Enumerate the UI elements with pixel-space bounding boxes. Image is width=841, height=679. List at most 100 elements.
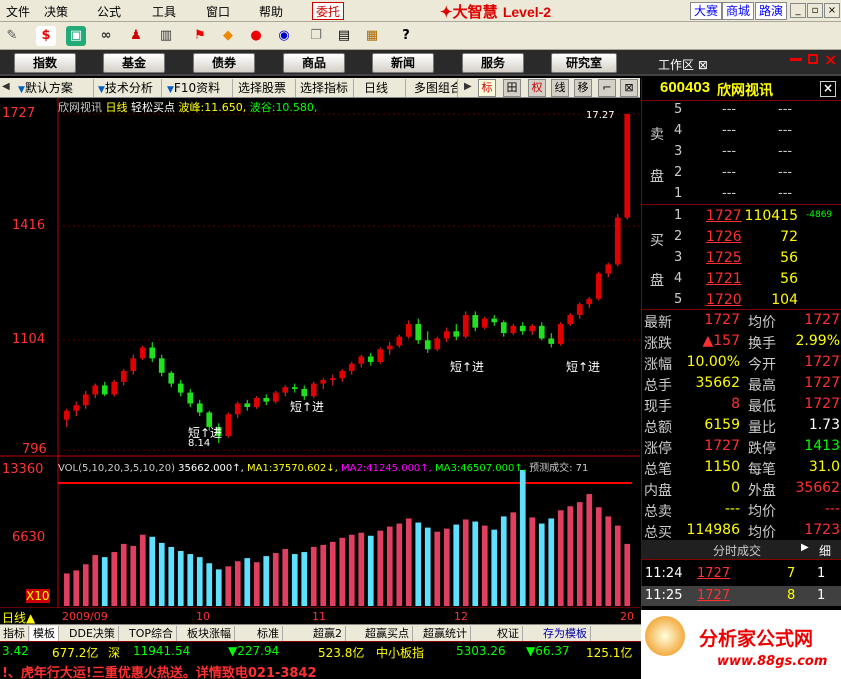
tab-right-arrow-icon[interactable]: ▶ [464,81,472,92]
tool-corner-icon[interactable]: ⌐ [598,79,616,97]
diamond-icon[interactable]: ◆ [218,26,238,46]
buy-price[interactable]: 1725 [706,250,742,266]
binoculars-icon[interactable]: ∞ [96,26,116,46]
buy-price[interactable]: 1720 [706,292,742,308]
menu-decision[interactable]: 决策 [44,3,68,19]
tool-close-icon[interactable]: ⊠ [620,79,638,97]
bottom-tab[interactable]: 标准 [254,626,283,641]
candle-body [614,217,621,265]
person-icon[interactable]: ♟ [126,26,146,46]
volume-bar [519,470,526,606]
nav-bond-button[interactable]: 债券 [193,53,255,73]
nav-service-button[interactable]: 服务 [462,53,524,73]
workarea-close-icon[interactable]: ⊠ [698,58,708,72]
date-tick: 10 [196,610,210,623]
tab-technical-analysis[interactable]: ▼技术分析 [94,79,162,97]
buy-price[interactable]: 1726 [706,229,742,245]
bottom-tab[interactable]: 超赢买点 [362,626,413,641]
workarea-button[interactable]: 工作区 ⊠ [658,56,708,73]
candle-body [253,398,260,408]
stat-label: 最高 [748,378,776,394]
tool-mark-icon[interactable]: 标 [478,79,496,97]
bottom-tab[interactable]: 超赢2 [310,626,346,641]
weituo-button[interactable]: 委托 [312,2,345,20]
roadshow-button[interactable]: 路演 [755,2,788,20]
stat-value: 0 [731,480,740,496]
tool-grid-icon[interactable]: 田 [503,79,521,97]
kline-chart[interactable]: 欣网视讯 日线 轻松买点 波峰:11.650, 波谷:10.580, 1727 … [0,98,640,610]
restore-icon[interactable]: ▫ [807,3,823,18]
minimize-icon[interactable]: _ [790,3,806,18]
menu-help[interactable]: 帮助 [259,3,283,19]
nav-minimize-icon[interactable] [790,58,802,61]
tool-move-icon[interactable]: 移 [574,79,592,97]
tab-left-arrow-icon[interactable]: ◀ [2,81,10,92]
stat-label: 总笔 [644,462,672,478]
bottom-tab[interactable]: 模板 [30,626,59,641]
tool-rights-icon[interactable]: 权 [528,79,546,97]
buy-price[interactable]: 1721 [706,271,742,287]
window-icon[interactable]: ▤ [334,26,354,46]
bottom-tab[interactable]: 板块涨幅 [184,626,235,641]
bottom-tab[interactable]: DDE决策 [66,626,119,641]
trade-row[interactable]: 11:25 1727 8 1 [641,586,841,606]
contest-button[interactable]: 大赛 [690,2,723,20]
tab-f10[interactable]: ▼F10资料 [163,79,233,97]
nav-restore-icon[interactable] [808,54,818,64]
candle-body [443,331,450,339]
nav-close-icon[interactable]: × [824,50,837,69]
nav-news-button[interactable]: 新闻 [372,53,434,73]
quote-close-icon[interactable]: × [820,81,836,97]
stat-value: 1723 [804,522,840,538]
menu-formula[interactable]: 公式 [97,3,121,19]
tab-select-indicator[interactable]: 选择指标 [296,79,354,97]
tab-daily-line[interactable]: 日线 [360,79,406,97]
globe-icon[interactable]: ◉ [274,26,294,46]
nav-research-button[interactable]: 研究室 [551,53,617,73]
close-icon[interactable]: × [824,3,840,18]
nav-commodity-button[interactable]: 商品 [283,53,345,73]
stat-label: 涨幅 [644,357,672,373]
volume-bar [377,530,384,606]
menu-tools[interactable]: 工具 [152,3,176,19]
play-icon[interactable]: ▶ [801,542,809,553]
mall-button[interactable]: 商城 [722,2,755,20]
nav-fund-button[interactable]: 基金 [103,53,165,73]
menu-window[interactable]: 窗口 [206,3,230,19]
copy-icon[interactable]: ❐ [306,26,326,46]
bottom-tab[interactable]: 权证 [494,626,523,641]
library-icon[interactable]: ▦ [362,26,382,46]
tab-default-scheme[interactable]: ▼默认方案 [14,79,94,97]
volume-bar [158,542,165,606]
triangle-up-icon: ▲ [26,611,36,625]
nav-index-button[interactable]: 指数 [14,53,76,73]
tab-multi-chart[interactable]: 多图组合 [410,79,458,97]
candle-body [320,379,327,384]
bottom-tab[interactable]: 超赢统计 [420,626,471,641]
volume-bar [82,564,89,606]
detail-button[interactable]: 细 [819,542,831,559]
buy-volume: 104 [771,292,798,308]
board-icon[interactable]: ▣ [66,26,86,46]
tool-line-icon[interactable]: 线 [551,79,569,97]
volume-bar [291,554,298,606]
bottom-tab[interactable]: TOP综合 [126,626,178,641]
candle-body [605,264,612,274]
sell-level: 5 [674,102,683,117]
dollar-icon[interactable]: $ [36,26,56,46]
volume-bar [548,518,555,606]
trade-row[interactable]: 11:24 1727 7 1 [641,564,841,584]
dde-icon[interactable]: ● [246,26,266,46]
books-icon[interactable]: ▥ [156,26,176,46]
news-ticker[interactable]: !、虎年行大运!三重优惠火热送。详情致电021-3842 [0,660,641,679]
tab-select-stock[interactable]: 选择股票 [234,79,296,97]
bottom-tab[interactable]: 指标 [0,626,29,641]
volume-bar [405,518,412,606]
flag-icon[interactable]: ⚑ [190,26,210,46]
pen-icon[interactable]: ✎ [2,26,22,46]
bottom-tab[interactable]: 存为模板 [540,626,591,641]
help-pointer-icon[interactable]: ? [396,26,416,46]
buy-price[interactable]: 1727 [706,208,742,224]
menu-file[interactable]: 文件 [6,3,30,19]
volume-bar [481,525,488,606]
